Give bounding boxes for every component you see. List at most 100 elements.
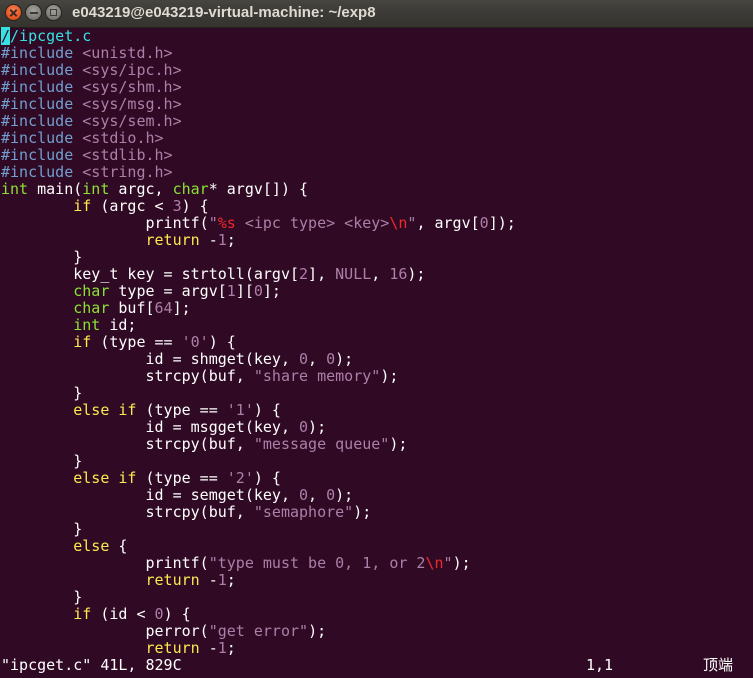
code-token: ); — [380, 367, 399, 385]
code-token: #include — [1, 163, 74, 181]
cursor-position: 1,1 — [586, 656, 614, 674]
code-token: if — [1, 605, 92, 623]
close-button[interactable] — [5, 4, 22, 21]
code-token: 0 — [299, 486, 309, 504]
code-token: perror( — [1, 622, 209, 640]
code-line: } — [1, 589, 753, 606]
code-token: ); — [407, 265, 426, 283]
window-title: e043219@e043219-virtual-machine: ~/exp8 — [72, 4, 376, 21]
code-token: #include — [1, 146, 74, 164]
code-line: perror("get error"); — [1, 623, 753, 640]
minimize-button[interactable] — [25, 4, 42, 21]
code-token: 0 — [154, 605, 164, 623]
code-token: ) { — [253, 401, 281, 419]
code-token: char — [1, 282, 110, 300]
code-token: id = msgget(key, — [1, 418, 300, 436]
code-line: char buf[64]; — [1, 300, 753, 317]
code-token: strcpy(buf, — [1, 503, 254, 521]
code-line: id = msgget(key, 0); — [1, 419, 753, 436]
code-token: ); — [308, 418, 327, 436]
code-token: id; — [100, 316, 137, 334]
code-token: int — [1, 316, 101, 334]
code-token: 2 — [299, 265, 309, 283]
code-token: ); — [389, 435, 408, 453]
code-token: ]); — [488, 214, 516, 232]
code-line: if (type == '0') { — [1, 334, 753, 351]
code-token: \n — [389, 214, 408, 232]
code-line: #include <sys/shm.h> — [1, 79, 753, 96]
code-line: #include <sys/msg.h> — [1, 96, 753, 113]
code-token: <unistd.h> — [73, 44, 173, 62]
code-line: else if (type == '1') { — [1, 402, 753, 419]
code-token: #include — [1, 129, 74, 147]
code-token: <sys/ipc.h> — [73, 61, 182, 79]
code-token: , — [308, 350, 327, 368]
code-token: '1' — [226, 401, 254, 419]
code-token: else — [1, 537, 110, 555]
maximize-button[interactable] — [45, 4, 62, 21]
code-token: (type == — [136, 469, 227, 487]
code-token: 0 — [299, 350, 309, 368]
title-bar[interactable]: e043219@e043219-virtual-machine: ~/exp8 — [0, 0, 753, 28]
code-token: 1 — [217, 571, 227, 589]
code-token: NULL — [335, 265, 372, 283]
code-token: (argc < — [91, 197, 173, 215]
code-token: " — [208, 214, 218, 232]
code-token: " — [443, 554, 453, 572]
code-token: <string.h> — [73, 163, 173, 181]
code-token: return — [1, 231, 200, 249]
code-token: ); — [335, 486, 354, 504]
code-token: , argv[ — [416, 214, 480, 232]
code-token: if — [1, 197, 92, 215]
code-token: 0 — [326, 350, 336, 368]
code-token: 64 — [154, 299, 173, 317]
code-token: 0 — [326, 486, 336, 504]
code-line: int main(int argc, char* argv[]) { — [1, 181, 753, 198]
code-token: ; — [226, 639, 236, 657]
code-line: if (id < 0) { — [1, 606, 753, 623]
code-token: #include — [1, 112, 74, 130]
code-line: } — [1, 385, 753, 402]
vim-editor[interactable]: //ipcget.c #include <unistd.h> #include <s… — [0, 27, 753, 674]
code-token: - — [199, 639, 218, 657]
code-token: } — [1, 384, 83, 402]
code-token: } — [1, 248, 83, 266]
code-token: ]; — [172, 299, 191, 317]
code-token: "share memory" — [253, 367, 381, 385]
code-token: } — [1, 520, 83, 538]
code-line: if (argc < 3) { — [1, 198, 753, 215]
code-token: strcpy(buf, — [1, 367, 254, 385]
code-token: ) { — [208, 333, 236, 351]
code-line: printf("type must be 0, 1, or 2\n"); — [1, 555, 753, 572]
code-line: } — [1, 521, 753, 538]
code-token: , — [371, 265, 390, 283]
code-token: if — [1, 333, 92, 351]
code-token: "type must be 0, 1, or 2 — [208, 554, 426, 572]
code-token: '0' — [181, 333, 209, 351]
code-line: #include <stdio.h> — [1, 130, 753, 147]
code-token: <sys/msg.h> — [73, 95, 182, 113]
code-token: buf[ — [109, 299, 155, 317]
code-token: ); — [308, 622, 327, 640]
code-token: char — [1, 299, 110, 317]
code-token: 16 — [389, 265, 408, 283]
code-token: char — [172, 180, 209, 198]
code-token: 3 — [172, 197, 182, 215]
code-token: #include — [1, 44, 74, 62]
code-token: (type == — [91, 333, 182, 351]
code-line: return -1; — [1, 640, 753, 657]
text-cursor: / — [1, 27, 11, 45]
vim-status-line: "ipcget.c" 41L, 829C 1,1 顶端 — [1, 657, 753, 674]
code-token: (id < — [91, 605, 155, 623]
code-token: return — [1, 571, 200, 589]
code-token: strcpy(buf, — [1, 435, 254, 453]
code-token: argc, — [109, 180, 173, 198]
code-token: ); — [353, 503, 372, 521]
code-token: ); — [452, 554, 471, 572]
code-token: id = shmget(key, — [1, 350, 300, 368]
code-token: 0 — [479, 214, 489, 232]
code-line: else { — [1, 538, 753, 555]
code-token: } — [1, 588, 83, 606]
code-token: <stdlib.h> — [73, 146, 173, 164]
code-token: return — [1, 639, 200, 657]
